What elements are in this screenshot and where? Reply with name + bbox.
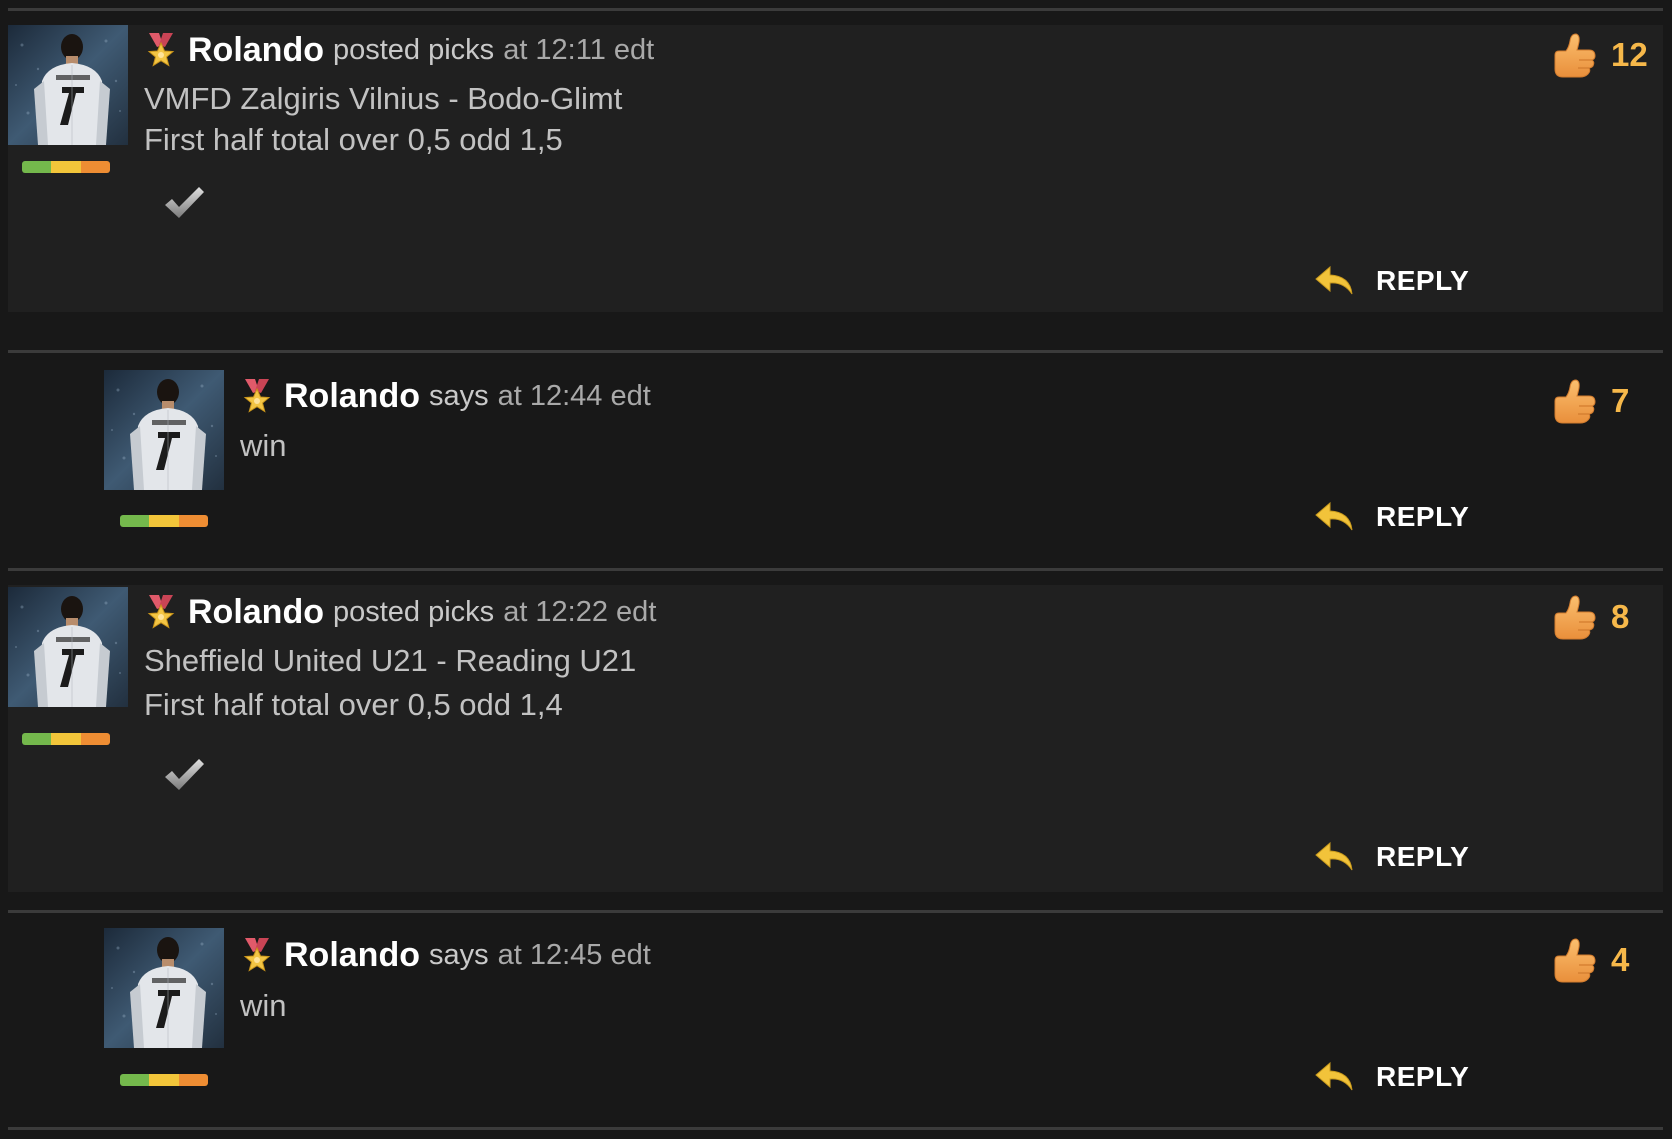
reply-label: REPLY bbox=[1376, 1061, 1470, 1092]
timestamp: at 12:44 edt bbox=[497, 380, 651, 412]
user-avatar[interactable] bbox=[8, 587, 128, 707]
checkmark-icon bbox=[162, 757, 206, 793]
match-name: Sheffield United U21 - Reading U21 bbox=[144, 643, 637, 678]
timestamp: at 12:22 edt bbox=[503, 596, 657, 628]
reply-arrow-icon bbox=[1314, 501, 1354, 533]
comment-header: Rolando says at 12:45 edt bbox=[240, 936, 651, 975]
comment-action: says bbox=[428, 939, 489, 971]
rating-bar bbox=[22, 161, 110, 173]
medal-icon bbox=[240, 378, 274, 416]
reply-label: REPLY bbox=[1376, 501, 1470, 532]
reply-label: REPLY bbox=[1376, 265, 1470, 296]
username[interactable]: Rolando bbox=[188, 31, 324, 70]
thumbs-up-icon bbox=[1551, 593, 1597, 641]
comment-header: Rolando says at 12:44 edt bbox=[240, 377, 651, 416]
medal-icon bbox=[144, 594, 178, 632]
checkmark-icon bbox=[162, 185, 206, 221]
divider bbox=[8, 910, 1663, 913]
like-count: 8 bbox=[1611, 598, 1630, 635]
timestamp: at 12:11 edt bbox=[503, 34, 655, 66]
like-count: 12 bbox=[1611, 36, 1648, 73]
reply-arrow-icon bbox=[1314, 841, 1354, 873]
username[interactable]: Rolando bbox=[284, 936, 420, 975]
pick-post: Rolando posted picks at 12:11 edt VMFD Z… bbox=[8, 25, 1663, 312]
like-button[interactable]: 8 bbox=[1551, 593, 1629, 641]
reply-button[interactable]: REPLY bbox=[1314, 501, 1469, 533]
thumbs-up-icon bbox=[1551, 377, 1597, 425]
pick-post: Rolando posted picks at 12:22 edt Sheffi… bbox=[8, 585, 1663, 892]
post-header: Rolando posted picks at 12:11 edt bbox=[144, 31, 654, 70]
like-button[interactable]: 4 bbox=[1551, 936, 1629, 984]
comment: Rolando says at 12:44 edt win 7 REPLY bbox=[8, 370, 1663, 560]
comment: Rolando says at 12:45 edt win 4 REPLY bbox=[8, 928, 1663, 1118]
medal-icon bbox=[144, 32, 178, 70]
post-action: posted picks bbox=[332, 596, 495, 628]
like-button[interactable]: 12 bbox=[1551, 31, 1648, 79]
like-button[interactable]: 7 bbox=[1551, 377, 1629, 425]
comment-text: win bbox=[240, 428, 287, 463]
user-avatar[interactable] bbox=[8, 25, 128, 145]
rating-bar bbox=[120, 515, 208, 527]
thumbs-up-icon bbox=[1551, 31, 1597, 79]
divider bbox=[8, 1127, 1663, 1130]
post-action: posted picks bbox=[332, 34, 495, 66]
divider bbox=[8, 568, 1663, 571]
user-avatar[interactable] bbox=[104, 928, 224, 1048]
like-count: 4 bbox=[1611, 941, 1630, 978]
comment-text: win bbox=[240, 988, 287, 1023]
thumbs-up-icon bbox=[1551, 936, 1597, 984]
medal-icon bbox=[240, 937, 274, 975]
user-avatar[interactable] bbox=[104, 370, 224, 490]
picks-feed: Rolando posted picks at 12:11 edt VMFD Z… bbox=[0, 0, 1672, 1139]
username[interactable]: Rolando bbox=[188, 593, 324, 632]
match-name: VMFD Zalgiris Vilnius - Bodo-Glimt bbox=[144, 81, 623, 116]
pick-description: First half total over 0,5 odd 1,5 bbox=[144, 122, 563, 157]
rating-bar bbox=[120, 1074, 208, 1086]
username[interactable]: Rolando bbox=[284, 377, 420, 416]
reply-arrow-icon bbox=[1314, 265, 1354, 297]
post-header: Rolando posted picks at 12:22 edt bbox=[144, 593, 656, 632]
like-count: 7 bbox=[1611, 382, 1630, 419]
comment-action: says bbox=[428, 380, 489, 412]
rating-bar bbox=[22, 733, 110, 745]
reply-label: REPLY bbox=[1376, 841, 1470, 872]
timestamp: at 12:45 edt bbox=[497, 939, 651, 971]
divider bbox=[8, 350, 1663, 353]
reply-button[interactable]: REPLY bbox=[1314, 841, 1469, 873]
reply-button[interactable]: REPLY bbox=[1314, 265, 1469, 297]
reply-button[interactable]: REPLY bbox=[1314, 1061, 1469, 1093]
divider bbox=[8, 8, 1663, 11]
pick-description: First half total over 0,5 odd 1,4 bbox=[144, 687, 563, 722]
reply-arrow-icon bbox=[1314, 1061, 1354, 1093]
